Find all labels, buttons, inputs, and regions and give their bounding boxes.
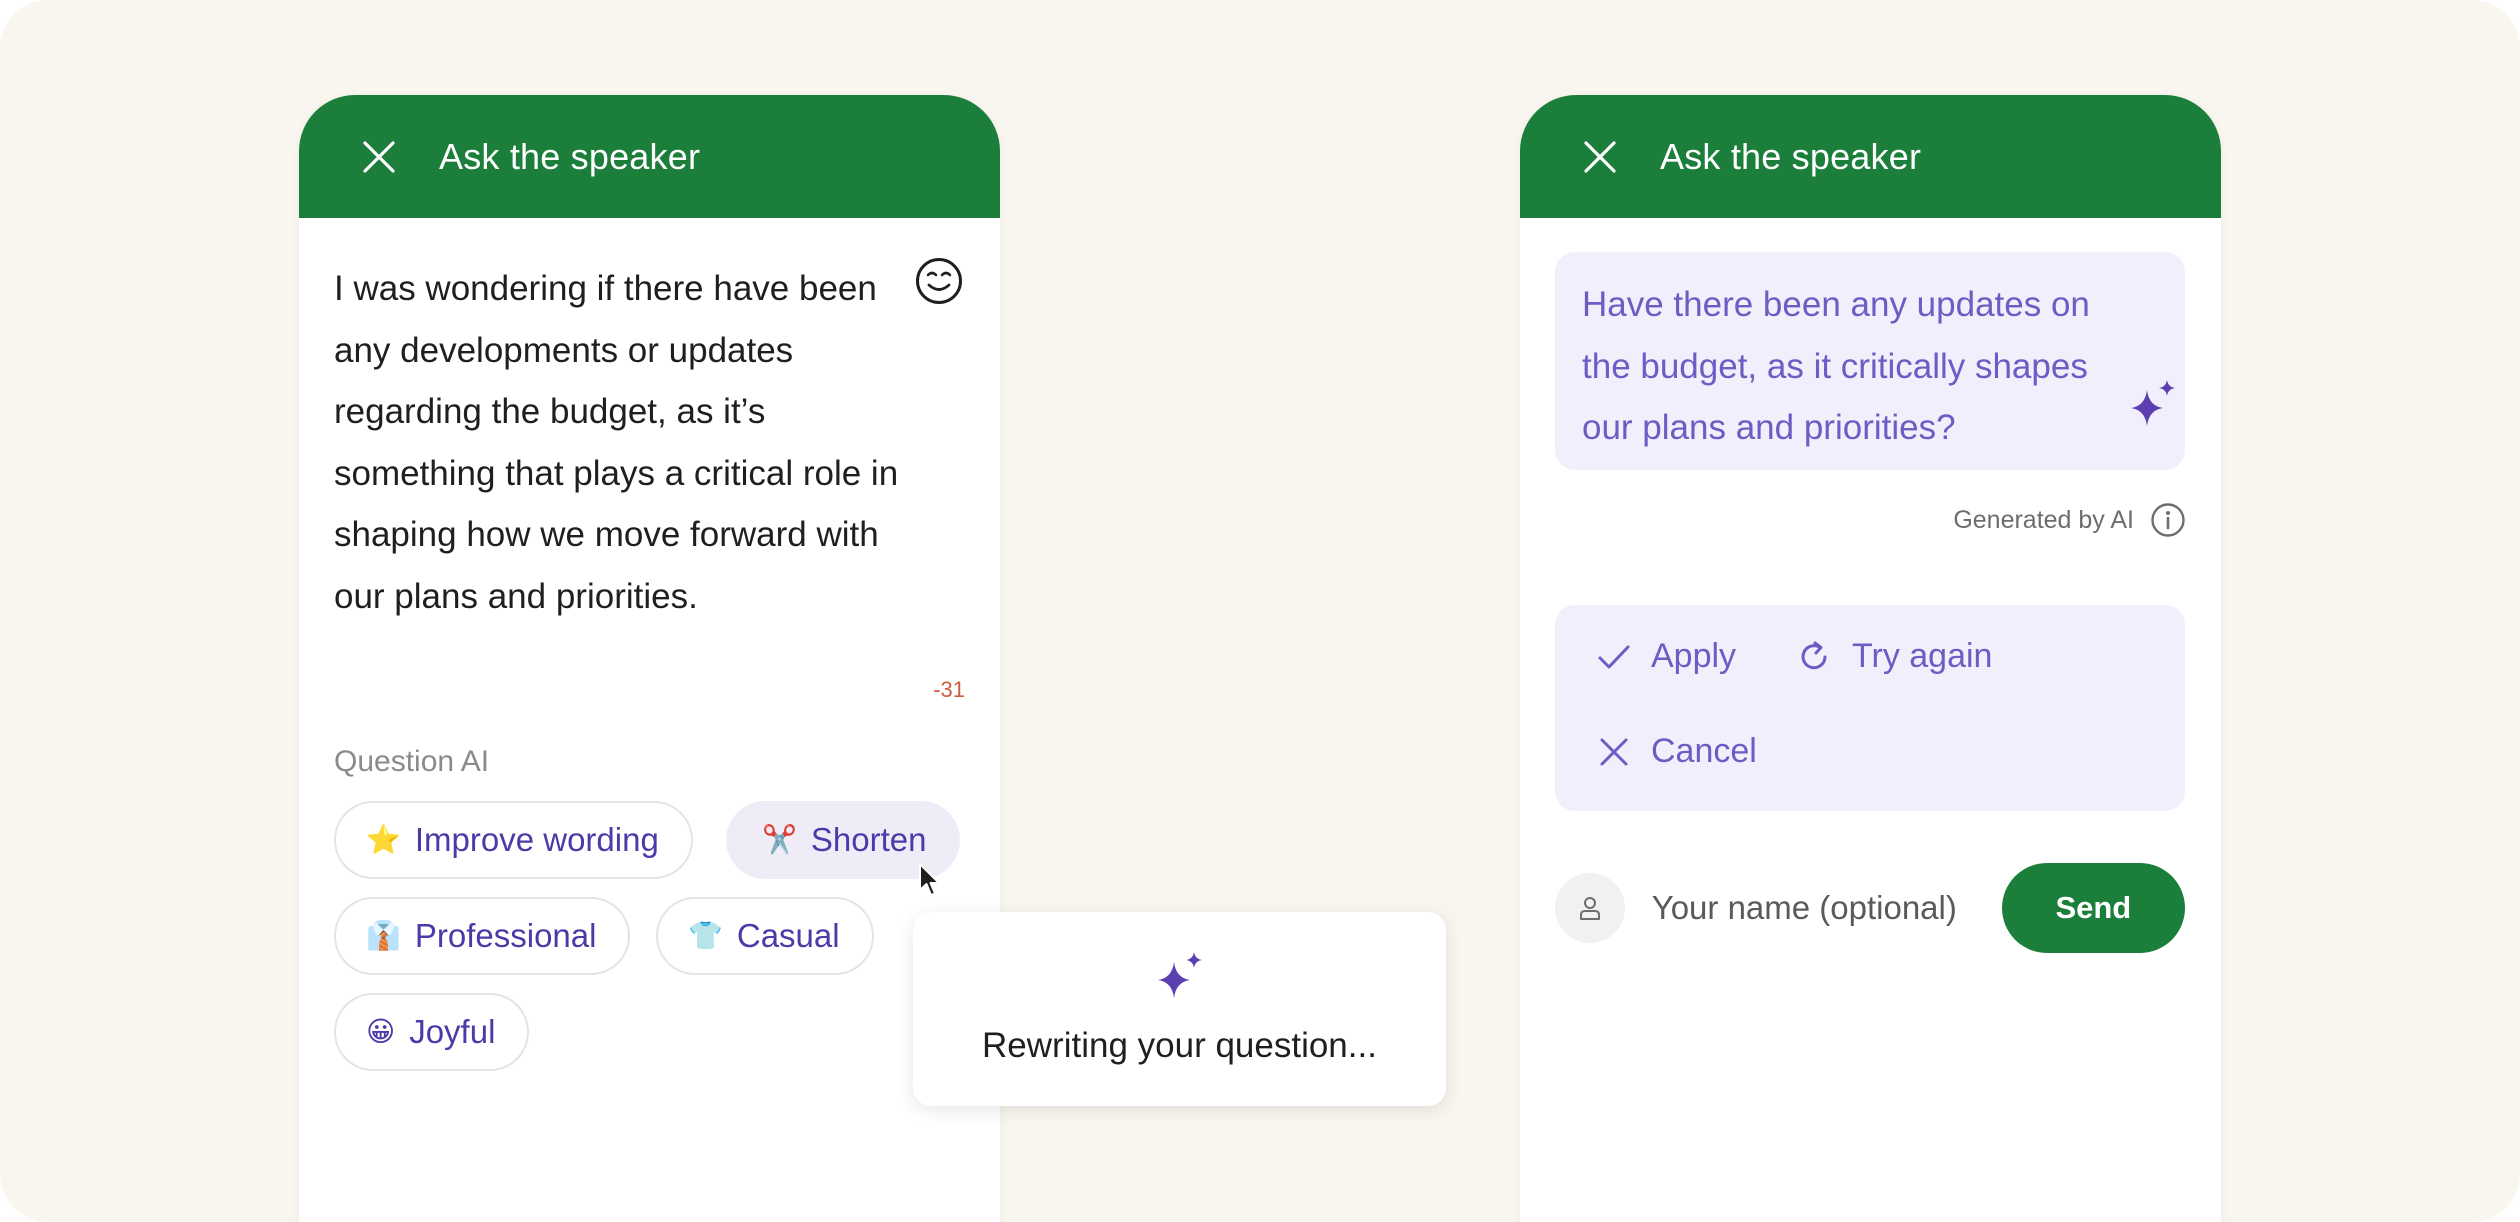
chip-label: Casual (736, 917, 840, 954)
refresh-icon (1801, 641, 1827, 669)
chip-professional[interactable]: 👔 Professional (334, 897, 631, 975)
generated-by-ai: Generated by AI (1953, 502, 2186, 538)
ai-suggestion-text: Have there been any updates on the budge… (1582, 285, 2090, 447)
try-again-button[interactable]: Try again (1796, 637, 1992, 676)
chip-joyful[interactable]: 😀 Joyful (334, 993, 530, 1071)
sparkle-icon (2131, 380, 2175, 426)
question-area[interactable]: I was wondering if there have been any d… (299, 218, 1000, 708)
panel-header: Ask the speaker (299, 95, 1000, 218)
chip-label: Professional (414, 917, 597, 954)
name-input[interactable] (1651, 889, 2002, 927)
chip-label: Joyful (409, 1013, 496, 1050)
close-icon (363, 140, 395, 173)
question-text[interactable]: I was wondering if there have been any d… (334, 258, 904, 627)
sparkle-icon (1157, 952, 1202, 998)
cancel-label: Cancel (1651, 732, 1757, 770)
ask-speaker-panel-right: Ask the speaker Have there been any upda… (1520, 95, 2221, 1222)
panel-title: Ask the speaker (439, 135, 701, 177)
info-icon[interactable] (2150, 502, 2186, 538)
char-count: -31 (933, 677, 965, 702)
close-icon (1600, 738, 1628, 765)
rewriting-popover: Rewriting your question... (913, 912, 1446, 1106)
apply-label: Apply (1651, 637, 1737, 675)
name-row: Send (1555, 863, 2185, 953)
cursor-icon (919, 863, 940, 896)
send-button[interactable]: Send (2001, 863, 2185, 953)
tshirt-icon: 👕 (688, 920, 723, 951)
rewriting-status: Rewriting your question... (982, 1026, 1377, 1065)
try-again-label: Try again (1852, 637, 1993, 675)
ai-suggestion-box: Have there been any updates on the budge… (1555, 252, 2185, 470)
ask-speaker-panel-left: Ask the speaker I was wondering if there… (299, 95, 1000, 1222)
ai-actions-box: Apply Try again Cancel (1555, 605, 2185, 811)
chip-casual[interactable]: 👕 Casual (656, 897, 874, 975)
emoji-icon (916, 258, 962, 304)
canvas: Ask the speaker I was wondering if there… (0, 0, 2520, 1222)
scissors-icon: ✂️ (762, 824, 797, 855)
chip-label: Shorten (810, 821, 927, 858)
emoji-button[interactable] (914, 256, 964, 306)
cancel-button[interactable]: Cancel (1597, 732, 1757, 771)
close-button[interactable] (1578, 135, 1622, 179)
smile-icon: 😀 (366, 1016, 396, 1047)
generated-label: Generated by AI (1953, 505, 2134, 534)
chip-label: Improve wording (414, 821, 659, 858)
close-button[interactable] (357, 135, 401, 179)
close-icon (1584, 140, 1616, 173)
apply-button[interactable]: Apply (1597, 637, 1736, 676)
star-icon: ⭐ (366, 824, 401, 855)
user-icon (1579, 897, 1600, 920)
chip-improve-wording[interactable]: ⭐ Improve wording (334, 801, 693, 879)
question-ai-label: Question AI (334, 745, 490, 778)
avatar (1555, 873, 1625, 943)
necktie-icon: 👔 (366, 920, 401, 951)
panel-header: Ask the speaker (1520, 95, 2221, 218)
check-icon (1598, 645, 1630, 668)
panel-title: Ask the speaker (1660, 135, 1922, 177)
